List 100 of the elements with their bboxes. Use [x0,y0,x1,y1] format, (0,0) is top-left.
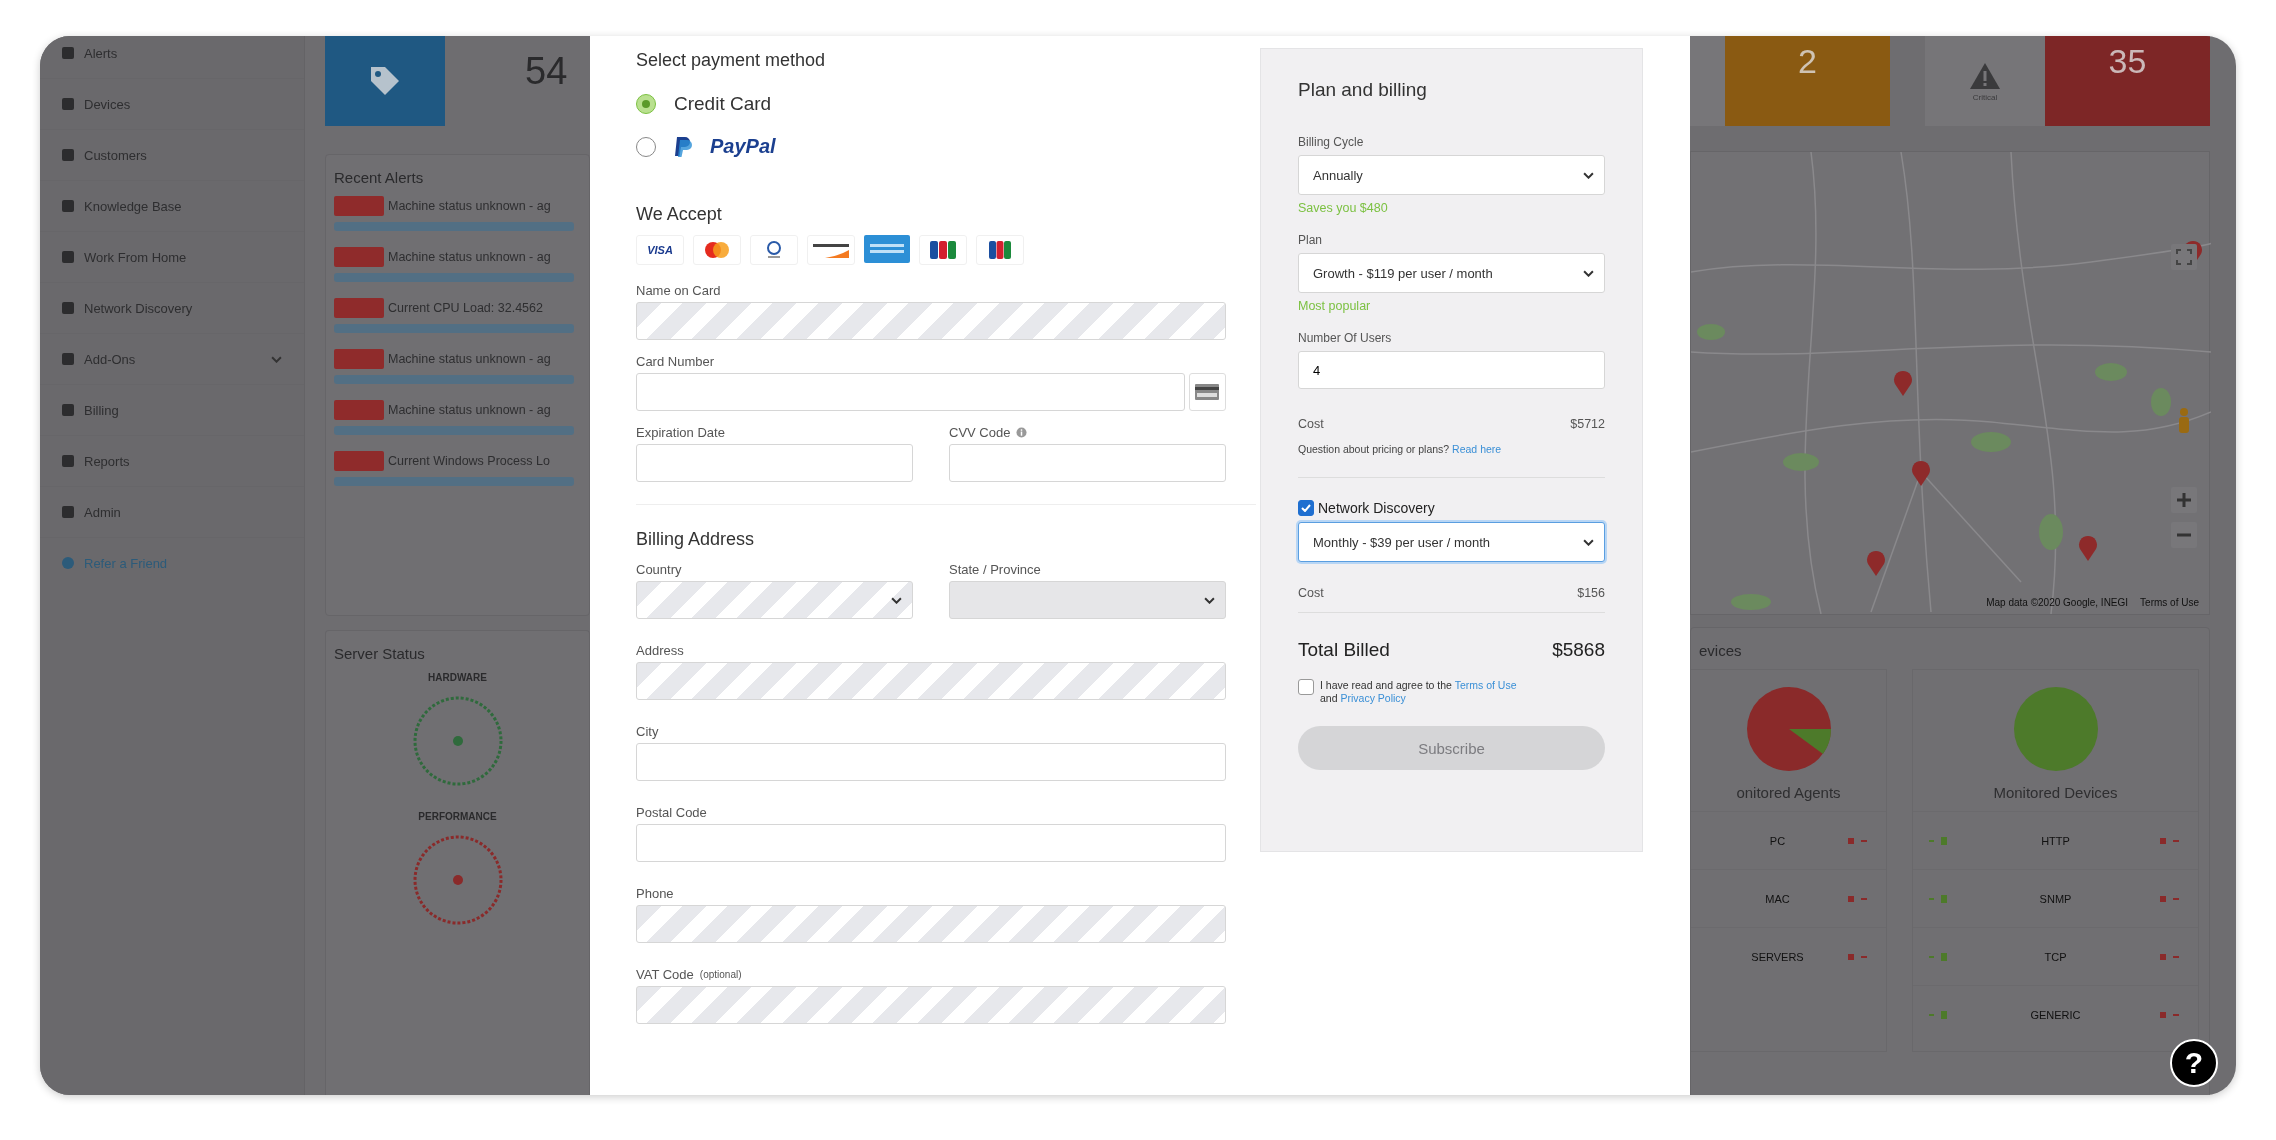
sidebar-item[interactable]: Alerts [40,36,304,79]
menu-item-icon [62,353,74,365]
field-label: Postal Code [636,805,707,820]
input-field[interactable] [636,905,1226,943]
input-field[interactable] [636,302,1226,340]
card-title: Server Status [334,645,426,662]
input-field[interactable] [636,824,1226,862]
sidebar-item[interactable]: Billing [40,385,304,436]
radio-button[interactable] [636,94,656,114]
blurred-link-text[interactable] [334,426,574,435]
pegman-icon[interactable] [2177,407,2191,435]
terms-link[interactable]: Terms of Use [1454,679,1517,691]
menu-item-icon [62,506,74,518]
menu-item-icon [62,557,74,569]
agreement-text: I have read and agree to the Terms of Use and Privacy Policy [1320,679,1517,705]
addon-label: Network Discovery [1318,500,1435,516]
field-note: Saves you $480 [1298,201,1389,215]
menu-item-icon [62,149,74,161]
sidebar-item[interactable]: Admin [40,487,304,538]
select-field[interactable]: Growth - $119 per user / month [1298,253,1605,293]
menu-item-icon [62,251,74,263]
input-field[interactable] [636,444,913,482]
alert-count-icons [2160,836,2182,845]
sidebar-item[interactable]: Customers [40,130,304,181]
input-field[interactable] [636,743,1226,781]
field-label: Card Number [636,354,715,369]
zoom-in-button[interactable] [2171,487,2197,513]
device-type-label: MAC [1765,892,1790,905]
device-type-label: PC [1769,834,1786,847]
card-brand-icon [864,235,910,263]
chevron-icon [891,596,902,604]
device-type-label: GENERIC [2030,1008,2081,1021]
map-attribution: Map data ©2020 Google, INEGI [1986,597,2129,608]
severity-badge [334,349,384,369]
cost-value: $5712 [1570,417,1605,431]
select-field[interactable]: Monthly - $39 per user / month [1298,522,1605,562]
field-label: State / Province [949,562,1041,577]
field-label: Address [636,643,684,658]
section-title: Select payment method [636,50,827,71]
zoom-out-button[interactable] [2171,522,2197,548]
info-icon[interactable] [1016,427,1028,438]
sidebar-item[interactable]: Reports [40,436,304,487]
menu-item-icon [62,47,74,59]
input-field[interactable] [636,662,1226,700]
payment-option[interactable]: Credit Card [636,93,772,115]
device-type-label: SNMP [2039,892,2072,905]
blurred-link-text[interactable] [334,375,574,384]
input-field[interactable]: 4 [1298,351,1605,389]
checkbox[interactable] [1298,500,1314,516]
sidebar-item[interactable]: Knowledge Base [40,181,304,232]
terms-link[interactable]: Terms of Use [2140,597,2199,608]
privacy-link[interactable]: Privacy Policy [1340,691,1406,704]
sidebar-item[interactable]: Network Discovery [40,283,304,334]
severity-badge [334,298,384,318]
checkbox[interactable] [1298,679,1314,695]
alert-count-icons [2160,894,2182,903]
field-label: City [636,724,659,739]
chevron-icon [1583,171,1594,179]
alert-count-icons [1848,894,1870,903]
alert-count-icons [2160,1010,2182,1019]
device-type-label: HTTP [2041,834,2070,847]
field-label: CVV Code [949,425,1011,440]
section-title: We Accept [636,204,723,225]
sidebar-item[interactable]: Work From Home [40,232,304,283]
alert-text: Machine status unknown - ag [388,250,551,264]
card-brand-icon [930,241,956,259]
plus-icon [2177,493,2191,507]
chevron-icon [271,355,282,363]
blurred-link-text[interactable] [334,273,574,282]
cost-label: Cost [1298,417,1324,431]
blurred-link-text[interactable] [334,324,574,333]
overlapping-circles-logo [704,242,730,258]
menu-item-icon [62,404,74,416]
input-field[interactable] [636,986,1226,1024]
input-field[interactable] [636,373,1185,411]
chevron-icon [1204,596,1215,604]
alert-text: Machine status unknown - ag [388,199,551,213]
menu-item-icon [62,302,74,314]
visa-logo: VISA [636,235,684,265]
severity-badge [334,196,384,216]
card-title: evices [1699,642,1743,659]
fullscreen-button[interactable] [2171,244,2197,270]
field-label: Number Of Users [1298,331,1393,345]
sidebar-item[interactable]: Devices [40,79,304,130]
alert-text: Current Windows Process Lo [388,454,550,468]
select-field[interactable]: Annually [1298,155,1605,195]
field-label: Name on Card [636,283,721,298]
input-field[interactable] [949,444,1226,482]
sidebar-item[interactable]: Add-Ons [40,334,304,385]
blurred-link-text[interactable] [334,477,574,486]
read-here-link[interactable]: Read here [1452,443,1502,455]
blurred-link-text[interactable] [334,222,574,231]
select-field[interactable] [636,581,913,619]
card-brand-icon [765,241,783,259]
pricing-question: Question about pricing or plans? Read here [1298,443,1503,455]
paypal-option[interactable]: PayPal [636,135,776,158]
credit-card-icon [1195,384,1220,400]
menu-item-icon [62,200,74,212]
field-label: Phone [636,886,674,901]
severity-badge [334,451,384,471]
